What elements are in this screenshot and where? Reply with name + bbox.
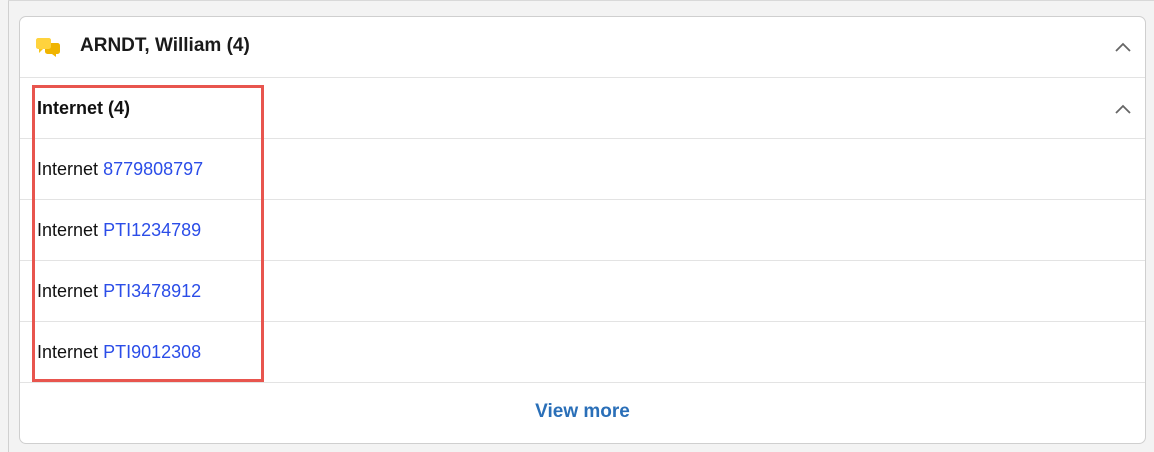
list-item: Internet PTI9012308 [20,322,1145,383]
frame-edge-left [8,0,9,452]
list-item-text: Internet 8779808797 [37,159,203,180]
item-type-label: Internet [37,159,99,179]
item-id-link[interactable]: PTI9012308 [103,342,201,362]
list-item: Internet PTI3478912 [20,261,1145,322]
chevron-up-icon[interactable] [1115,104,1131,114]
item-id-link[interactable]: PTI3478912 [103,281,201,301]
contact-name-title: ARNDT, William (4) [80,35,250,56]
view-more-button[interactable]: View more [535,401,630,423]
list-item-text: Internet PTI1234789 [37,220,201,241]
item-id-link[interactable]: 8779808797 [103,159,203,179]
panel-footer: View more [20,383,1145,443]
group-title: Internet (4) [37,98,131,118]
internet-item-list: Internet 8779808797 Internet PTI1234789 … [20,139,1145,383]
contact-panel: ARNDT, William (4) Internet (4) Internet… [19,16,1146,444]
list-item: Internet 8779808797 [20,139,1145,200]
item-type-label: Internet [37,220,99,240]
list-item-text: Internet PTI3478912 [37,281,201,302]
chat-bubbles-icon [36,38,60,57]
item-type-label: Internet [37,281,99,301]
panel-header[interactable]: ARNDT, William (4) [20,17,1145,78]
item-type-label: Internet [37,342,99,362]
list-item: Internet PTI1234789 [20,200,1145,261]
item-id-link[interactable]: PTI1234789 [103,220,201,240]
list-item-text: Internet PTI9012308 [37,342,201,363]
frame-edge-top [8,0,1154,1]
chevron-up-icon[interactable] [1115,42,1131,52]
internet-group-header[interactable]: Internet (4) [20,78,1145,139]
